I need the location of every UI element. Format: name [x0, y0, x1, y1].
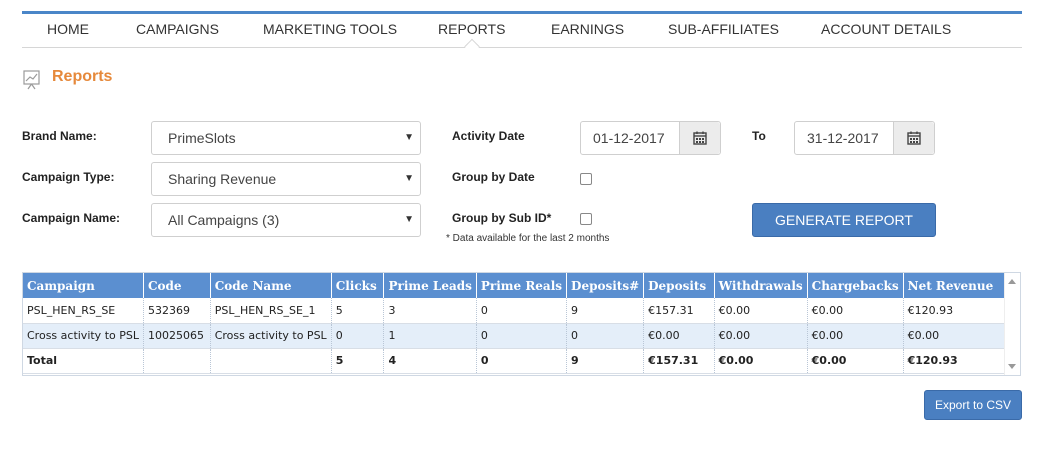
table-cell: €0.00 [714, 298, 808, 324]
table-cell: 0 [476, 348, 568, 374]
col-net-revenue[interactable]: Net Revenue [903, 273, 1007, 298]
table-total-row: Total 5 4 0 9 €157.31 €0.00 €0.00 €120.9… [23, 348, 1007, 374]
brand-name-label: Brand Name: [22, 129, 97, 143]
table-cell: 4 [383, 348, 477, 374]
calendar-icon[interactable] [679, 122, 720, 154]
table-cell: 5 [331, 298, 385, 324]
table-cell: 9 [566, 298, 645, 324]
main-nav: HOME CAMPAIGNS MARKETING TOOLS REPORTS E… [22, 11, 1022, 48]
group-by-subid-label: Group by Sub ID* [452, 211, 552, 225]
table-cell: 3 [383, 298, 477, 324]
group-by-date-checkbox[interactable] [580, 173, 592, 185]
table-cell: 532369 [143, 298, 211, 324]
nav-item-account-details[interactable]: ACCOUNT DETAILS [821, 18, 951, 46]
table-cell: €157.31 [643, 348, 715, 374]
table-cell: €0.00 [643, 323, 715, 349]
table-cell: €157.31 [643, 298, 715, 324]
col-code-name[interactable]: Code Name [210, 273, 332, 298]
table-cell: €0.00 [903, 323, 1007, 349]
nav-item-home[interactable]: HOME [47, 18, 89, 46]
col-deposits[interactable]: Deposits [643, 273, 715, 298]
table-cell: Cross activity to PSL [210, 323, 332, 349]
scroll-down-icon[interactable] [1008, 364, 1016, 369]
nav-item-sub-affiliates[interactable]: SUB-AFFILIATES [668, 18, 779, 46]
table-cell: 1 [383, 323, 477, 349]
table-cell: 5 [331, 348, 385, 374]
page-title: Reports [52, 68, 113, 85]
table-cell: 9 [566, 348, 645, 374]
col-withdrawals[interactable]: Withdrawals [714, 273, 808, 298]
chevron-down-icon: ▼ [404, 214, 414, 225]
activity-date-label: Activity Date [452, 129, 525, 143]
table-cell: 0 [476, 298, 568, 324]
table-cell: €0.00 [714, 348, 808, 374]
table-cell: €120.93 [903, 298, 1007, 324]
campaign-type-value: Sharing Revenue [168, 171, 277, 187]
campaign-type-select[interactable]: Sharing Revenue ▼ [151, 162, 421, 196]
col-prime-leads[interactable]: Prime Leads [383, 273, 477, 298]
generate-report-button[interactable]: GENERATE REPORT [752, 203, 936, 237]
col-prime-reals[interactable]: Prime Reals [476, 273, 568, 298]
to-label: To [752, 129, 766, 143]
export-csv-button[interactable]: Export to CSV [924, 390, 1022, 420]
table-cell: Cross activity to PSL [23, 323, 144, 349]
chevron-down-icon: ▼ [404, 173, 414, 184]
nav-item-reports[interactable]: REPORTS [438, 18, 505, 46]
table-cell: €0.00 [807, 348, 904, 374]
table-cell: PSL_HEN_RS_SE [23, 298, 144, 324]
table-row: Cross activity to PSL 10025065 Cross act… [23, 323, 1007, 349]
brand-name-value: PrimeSlots [168, 130, 236, 146]
date-from-input[interactable] [581, 122, 680, 154]
table-cell: 0 [476, 323, 568, 349]
table-cell [210, 348, 332, 374]
group-by-date-label: Group by Date [452, 170, 535, 184]
chart-icon [22, 69, 42, 91]
group-by-subid-checkbox[interactable] [580, 213, 592, 225]
table-scrollbar[interactable] [1004, 273, 1020, 375]
date-to-input[interactable] [795, 122, 894, 154]
table-row: PSL_HEN_RS_SE 532369 PSL_HEN_RS_SE_1 5 3… [23, 298, 1007, 324]
col-code[interactable]: Code [143, 273, 211, 298]
brand-name-select[interactable]: PrimeSlots ▼ [151, 121, 421, 155]
col-clicks[interactable]: Clicks [331, 273, 385, 298]
col-chargebacks[interactable]: Chargebacks [807, 273, 904, 298]
col-deposits-count[interactable]: Deposits# [566, 273, 645, 298]
table-cell: 10025065 [143, 323, 211, 349]
chevron-down-icon: ▼ [404, 132, 414, 143]
data-availability-note: * Data available for the last 2 months [446, 233, 610, 244]
table-cell: 0 [331, 323, 385, 349]
campaign-type-label: Campaign Type: [22, 170, 115, 184]
table-cell: PSL_HEN_RS_SE_1 [210, 298, 332, 324]
nav-item-earnings[interactable]: EARNINGS [551, 18, 624, 46]
date-from-group [580, 121, 721, 155]
date-to-group [794, 121, 935, 155]
table-cell: €0.00 [714, 323, 808, 349]
campaign-name-value: All Campaigns (3) [168, 212, 280, 228]
report-table: Campaign Code Code Name Clicks Prime Lea… [22, 272, 1021, 376]
campaign-name-label: Campaign Name: [22, 211, 121, 225]
table-cell: €0.00 [807, 323, 904, 349]
col-campaign[interactable]: Campaign [23, 273, 144, 298]
table-cell: €120.93 [903, 348, 1007, 374]
table-cell: 0 [566, 323, 645, 349]
nav-item-marketing-tools[interactable]: MARKETING TOOLS [263, 18, 397, 46]
table-cell: Total [23, 348, 144, 374]
scroll-up-icon[interactable] [1008, 279, 1016, 284]
table-cell [143, 348, 211, 374]
campaign-name-select[interactable]: All Campaigns (3) ▼ [151, 203, 421, 237]
table-header-row: Campaign Code Code Name Clicks Prime Lea… [23, 273, 1007, 298]
nav-item-campaigns[interactable]: CAMPAIGNS [136, 18, 219, 46]
calendar-icon[interactable] [893, 122, 934, 154]
table-cell: €0.00 [807, 298, 904, 324]
